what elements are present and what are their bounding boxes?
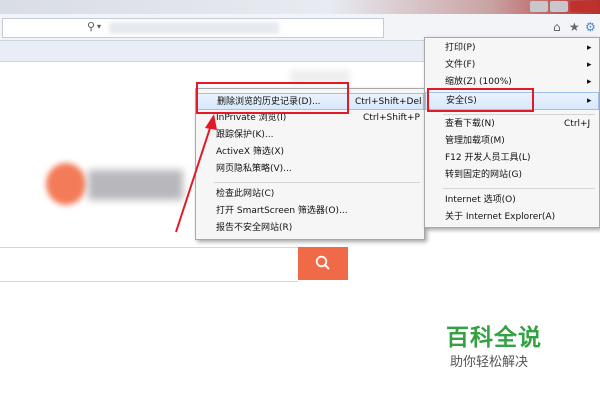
dropdown-icon[interactable]: ▾ xyxy=(97,22,101,31)
menu-item-privacy-policy[interactable]: 网页隐私策略(V)... xyxy=(196,161,424,178)
menu-item-shortcut: Ctrl+J xyxy=(564,119,591,129)
menu-item-label: F12 开发人员工具(L) xyxy=(445,153,531,163)
menu-item-label: 关于 Internet Explorer(A) xyxy=(445,212,556,222)
gear-icon[interactable]: ⚙ xyxy=(585,20,596,34)
menu-item-dev-tools[interactable]: F12 开发人员工具(L) xyxy=(425,150,599,167)
menu-item-print[interactable]: 打印(P) ▸ xyxy=(425,40,599,57)
menu-item-label: 网页隐私策略(V)... xyxy=(216,164,292,174)
menu-item-label: 跟踪保护(K)... xyxy=(216,130,274,140)
menu-item-label: InPrivate 浏览(I) xyxy=(216,113,287,123)
menu-item-report-unsafe[interactable]: 报告不安全网站(R) xyxy=(196,220,424,237)
watermark-subtitle: 助你轻松解决 xyxy=(450,355,529,370)
submenu-arrow-icon: ▸ xyxy=(587,43,592,53)
menu-item-label: 缩放(Z) (100%) xyxy=(445,77,512,87)
menu-item-label: 删除浏览的历史记录(D)... xyxy=(217,97,321,107)
tools-menu: 打印(P) ▸ 文件(F) ▸ 缩放(Z) (100%) ▸ 安全(S) ▸ 查… xyxy=(424,37,600,228)
minimize-button[interactable] xyxy=(530,1,548,12)
maximize-button[interactable] xyxy=(550,1,568,12)
menu-item-tracking-protection[interactable]: 跟踪保护(K)... xyxy=(196,127,424,144)
menu-item-shortcut: Ctrl+Shift+P xyxy=(363,113,420,123)
search-icon: ⚲ xyxy=(87,20,96,33)
menu-item-label: 管理加载项(M) xyxy=(445,136,505,146)
address-text-blurred xyxy=(109,22,279,34)
close-button[interactable] xyxy=(570,1,598,12)
menu-item-internet-options[interactable]: Internet 选项(O) xyxy=(425,192,599,209)
menu-separator xyxy=(443,188,595,189)
menu-item-label: 安全(S) xyxy=(446,96,477,106)
menu-item-label: Internet 选项(O) xyxy=(445,195,516,205)
menu-item-zoom[interactable]: 缩放(Z) (100%) ▸ xyxy=(425,74,599,91)
menu-item-view-downloads[interactable]: 查看下载(N) Ctrl+J xyxy=(425,116,599,133)
menu-item-delete-history[interactable]: 删除浏览的历史记录(D)... Ctrl+Shift+Del xyxy=(196,93,424,110)
menu-item-inprivate[interactable]: InPrivate 浏览(I) Ctrl+Shift+P xyxy=(196,110,424,127)
menu-item-smartscreen[interactable]: 打开 SmartScreen 筛选器(O)... xyxy=(196,203,424,220)
menu-item-safety[interactable]: 安全(S) ▸ xyxy=(425,92,599,110)
menu-item-label: 报告不安全网站(R) xyxy=(216,223,293,233)
safety-submenu: 删除浏览的历史记录(D)... Ctrl+Shift+Del InPrivate… xyxy=(195,88,425,240)
search-input[interactable] xyxy=(0,247,298,282)
menu-item-label: 打开 SmartScreen 筛选器(O)... xyxy=(216,206,348,216)
site-logo-blurred xyxy=(46,163,86,205)
search-icon xyxy=(315,255,330,270)
menu-item-manage-addons[interactable]: 管理加载项(M) xyxy=(425,133,599,150)
home-icon[interactable]: ⌂ xyxy=(553,20,561,34)
menu-item-pinned-sites[interactable]: 转到固定的网站(G) xyxy=(425,167,599,184)
menu-item-label: 转到固定的网站(G) xyxy=(445,170,522,180)
submenu-arrow-icon: ▸ xyxy=(587,60,592,70)
menu-item-label: 检查此网站(C) xyxy=(216,189,275,199)
menu-item-label: 查看下载(N) xyxy=(445,119,495,129)
star-icon[interactable]: ★ xyxy=(569,20,580,34)
submenu-arrow-icon: ▸ xyxy=(587,96,592,106)
menu-item-label: 文件(F) xyxy=(445,60,476,70)
address-bar[interactable]: ⚲ ▾ xyxy=(2,18,384,38)
watermark-title: 百科全说 xyxy=(446,325,542,351)
menu-item-label: 打印(P) xyxy=(445,43,476,53)
search-button[interactable] xyxy=(298,247,348,280)
menu-item-label: ActiveX 筛选(X) xyxy=(216,147,285,157)
menu-item-activex-filter[interactable]: ActiveX 筛选(X) xyxy=(196,144,424,161)
blurred-link xyxy=(290,70,350,84)
window-title-bar xyxy=(0,0,600,14)
menu-item-shortcut: Ctrl+Shift+Del xyxy=(355,97,422,107)
menu-separator xyxy=(214,182,420,183)
menu-item-check-site[interactable]: 检查此网站(C) xyxy=(196,186,424,203)
menu-separator xyxy=(443,114,595,115)
menu-item-file[interactable]: 文件(F) ▸ xyxy=(425,57,599,74)
menu-item-about-ie[interactable]: 关于 Internet Explorer(A) xyxy=(425,209,599,226)
site-name-blurred xyxy=(88,170,183,200)
submenu-arrow-icon: ▸ xyxy=(587,77,592,87)
